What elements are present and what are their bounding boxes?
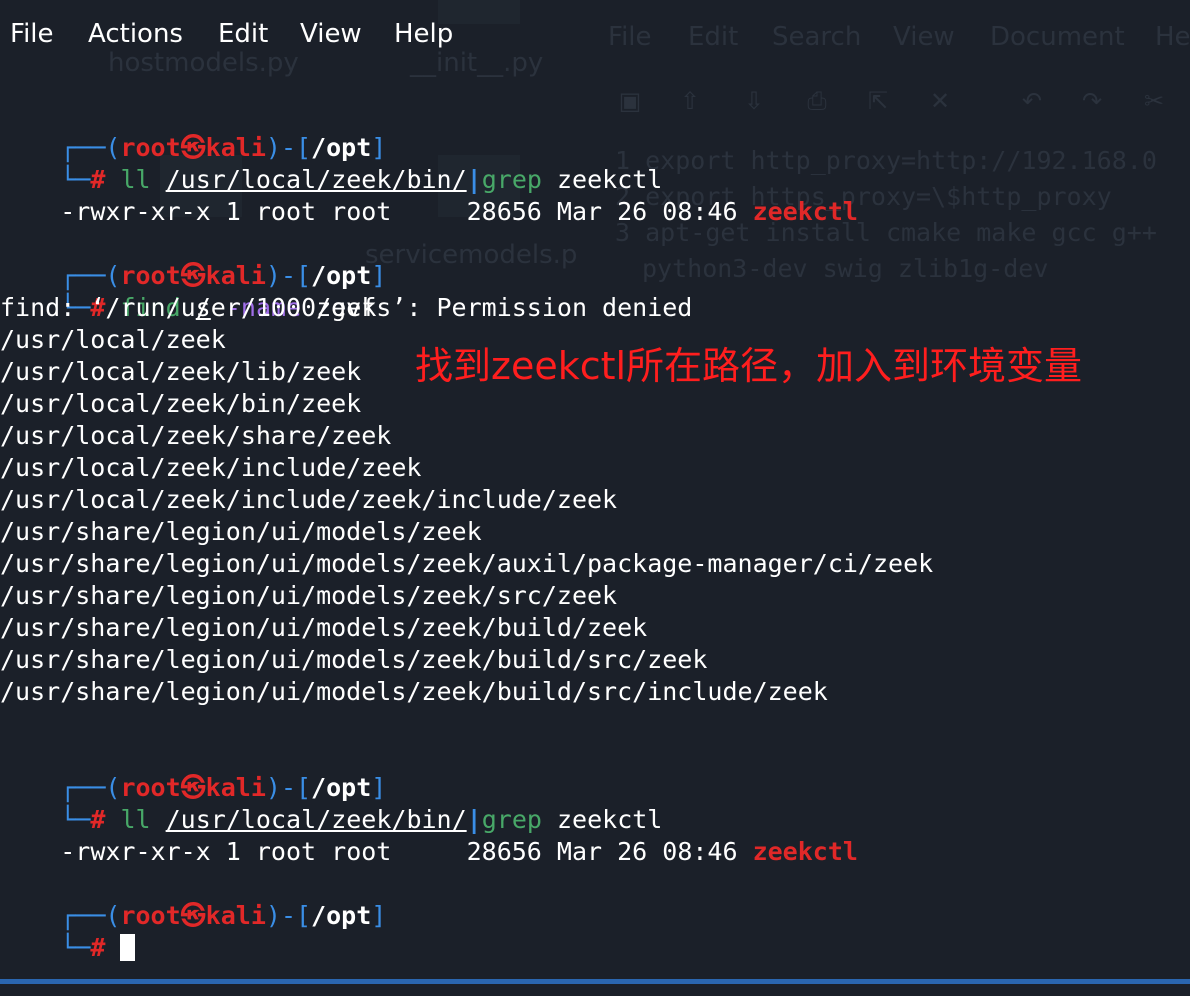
bg-undo-icon: ↶ bbox=[1021, 87, 1043, 115]
annotation-text: 找到zeekctl所在路径，加入到环境变量 bbox=[415, 344, 1083, 388]
find-output-line: /usr/share/legion/ui/models/zeek/build/s… bbox=[0, 677, 828, 706]
prompt-line: ┌──(root㉿kali)-[/opt] bbox=[60, 133, 387, 162]
menu-view[interactable]: View bbox=[300, 14, 362, 54]
find-output-line: /usr/local/zeek/include/zeek/include/zee… bbox=[0, 485, 618, 514]
menu-edit[interactable]: Edit bbox=[218, 14, 268, 54]
bg-redo-icon: ↷ bbox=[1081, 87, 1103, 115]
command-line: └─# find / -name zeek bbox=[60, 293, 377, 322]
prompt-line: ┌──(root㉿kali)-[/opt] bbox=[60, 261, 387, 290]
bg-menu-document: Document bbox=[990, 22, 1125, 52]
find-output-line: /usr/local/zeek/share/zeek bbox=[0, 421, 392, 450]
bg-export-icon: ⇱ bbox=[867, 87, 889, 115]
ls-output-line: -rwxr-xr-x 1 root root 28656 Mar 26 08:4… bbox=[60, 197, 858, 226]
find-output-line: /usr/local/zeek/lib/zeek bbox=[0, 357, 362, 386]
menu-file[interactable]: File bbox=[10, 14, 54, 54]
bg-cut-icon: ✂ bbox=[1143, 87, 1165, 115]
find-output-line: /usr/share/legion/ui/models/zeek/src/zee… bbox=[0, 581, 618, 610]
prompt-line: ┌──(root㉿kali)-[/opt] bbox=[60, 901, 387, 930]
bg-menu-view: View bbox=[893, 22, 955, 52]
text-cursor bbox=[120, 934, 136, 961]
bg-menu-file: File bbox=[608, 22, 652, 52]
ls-output-line: -rwxr-xr-x 1 root root 28656 Mar 26 08:4… bbox=[60, 837, 858, 866]
find-output-line: find: ‘/run/user/1000/gvfs’: Permission … bbox=[0, 293, 693, 322]
bg-code-line-4: python3-dev swig zlib1g-dev bbox=[642, 254, 1049, 283]
find-output-line: /usr/share/legion/ui/models/zeek/build/s… bbox=[0, 645, 708, 674]
bg-download-icon: ⇩ bbox=[743, 87, 765, 115]
bg-menu-search: Search bbox=[772, 22, 862, 52]
prompt-line: ┌──(root㉿kali)-[/opt] bbox=[60, 773, 387, 802]
terminal-menubar: File Actions Edit View Help bbox=[0, 0, 600, 68]
bg-menu-edit: Edit bbox=[688, 22, 739, 52]
find-output-line: /usr/share/legion/ui/models/zeek/build/z… bbox=[0, 613, 648, 642]
bg-close-icon: ✕ bbox=[929, 87, 951, 115]
menu-actions[interactable]: Actions bbox=[88, 14, 183, 54]
find-output-line: /usr/share/legion/ui/models/zeek/auxil/p… bbox=[0, 549, 934, 578]
find-output-line: /usr/local/zeek/include/zeek bbox=[0, 453, 422, 482]
bg-upload-icon: ⇧ bbox=[679, 87, 701, 115]
bg-file-servicemodels: servicemodels.p bbox=[365, 240, 578, 270]
command-line: └─# ll /usr/local/zeek/bin/|grep zeekctl bbox=[60, 805, 663, 834]
bg-new-icon: ▣ bbox=[618, 87, 642, 115]
find-output-line: /usr/share/legion/ui/models/zeek bbox=[0, 517, 482, 546]
bg-menu-help: He bbox=[1155, 22, 1190, 52]
window-bottom-border bbox=[0, 979, 1190, 984]
find-output-line: /usr/local/zeek/bin/zeek bbox=[0, 389, 362, 418]
menu-help[interactable]: Help bbox=[394, 14, 453, 54]
active-command-line[interactable]: └─# bbox=[0, 900, 136, 962]
bg-print-icon: ⎙ bbox=[807, 87, 827, 115]
find-output-line: /usr/local/zeek bbox=[0, 325, 226, 354]
command-line: └─# ll /usr/local/zeek/bin/|grep zeekctl bbox=[60, 165, 663, 194]
